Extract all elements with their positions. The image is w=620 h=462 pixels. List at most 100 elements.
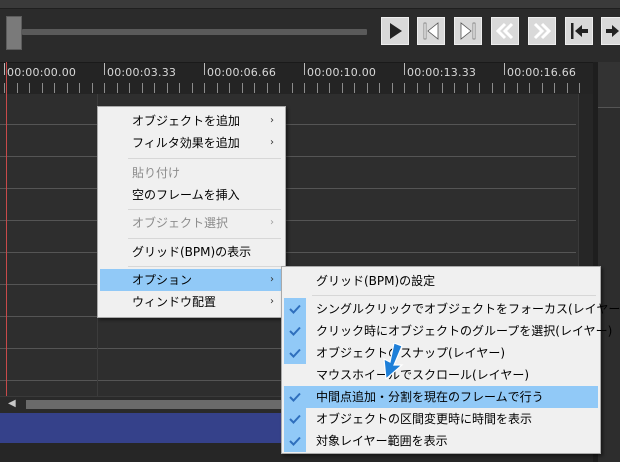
menu-item-label: オブジェクトのスナップ(レイヤー) (316, 346, 506, 360)
major-tick (204, 63, 205, 75)
minor-tick (229, 83, 230, 93)
menu-item-paste: 貼り付け (100, 162, 283, 184)
ruler-label: 00:00:10.00 (307, 66, 377, 79)
step-back-button[interactable] (417, 17, 445, 45)
minor-tick (379, 83, 380, 93)
scroll-left-arrow-icon[interactable]: ◀ (8, 398, 20, 410)
menu-item-label: オブジェクトの区間変更時に時間を表示 (316, 412, 533, 426)
option-show-time-on-change[interactable]: オブジェクトの区間変更時に時間を表示 (284, 408, 598, 430)
major-tick (504, 63, 505, 75)
rewind-button[interactable] (491, 17, 519, 45)
play-button[interactable] (381, 17, 409, 45)
option-select-group-on-click[interactable]: クリック時にオブジェクトのグループを選択(レイヤー) (284, 320, 612, 342)
fast-forward-icon (533, 22, 552, 40)
menu-item-label: オブジェクト選択 (132, 216, 229, 230)
minor-tick (142, 83, 143, 93)
minor-tick (242, 83, 243, 93)
ruler-label: 00:00:06.66 (207, 66, 277, 79)
option-grid-settings[interactable]: グリッド(BPM)の設定 (284, 270, 598, 292)
option-object-snap[interactable]: オブジェクトのスナップ(レイヤー) (284, 342, 598, 364)
menu-item-label: グリッド(BPM)の表示 (132, 245, 252, 259)
seek-handle[interactable] (6, 16, 22, 50)
time-ruler[interactable]: 00:00:00.00 00:00:03.33 00:00:06.66 00:0… (0, 62, 593, 95)
menu-item-show-grid[interactable]: グリッド(BPM)の表示 (100, 241, 283, 263)
minor-tick (504, 83, 505, 93)
minor-tick (442, 83, 443, 93)
menu-item-add-object[interactable]: オブジェクトを追加 › (100, 110, 283, 132)
minor-tick (392, 83, 393, 93)
horizontal-scroll-thumb[interactable] (26, 400, 286, 409)
menu-item-window-layout[interactable]: ウィンドウ配置 › (100, 291, 283, 313)
minor-tick (454, 83, 455, 93)
menu-item-label: オブジェクトを追加 (132, 114, 241, 128)
minor-tick (429, 83, 430, 93)
submenu-arrow-icon: › (270, 217, 274, 228)
option-show-layer-range[interactable]: 対象レイヤー範囲を表示 (284, 430, 598, 452)
options-submenu: グリッド(BPM)の設定 シングルクリックでオブジェクトをフォーカス(レイヤー)… (281, 266, 620, 454)
menu-item-label: 対象レイヤー範囲を表示 (316, 434, 448, 448)
menu-separator (128, 209, 281, 210)
checkmark-icon (289, 348, 301, 358)
menu-item-label: 空のフレームを挿入 (132, 188, 240, 202)
minor-tick (79, 83, 80, 93)
menu-separator (128, 238, 281, 239)
skip-to-start-icon (571, 23, 588, 39)
menu-item-label: シングルクリックでオブジェクトをフォーカス(レイヤー) (316, 302, 620, 316)
timeline-context-menu: オブジェクトを追加 › フィルタ効果を追加 › 貼り付け 空のフレームを挿入 オ… (97, 106, 286, 318)
submenu-arrow-icon: › (270, 115, 274, 126)
menu-item-label: クリック時にオブジェクトのグループを選択(レイヤー) (316, 324, 613, 338)
minor-tick (517, 83, 518, 93)
menu-item-label: フィルタ効果を追加 (132, 136, 240, 150)
submenu-arrow-icon: › (270, 296, 274, 307)
menu-item-options[interactable]: オプション › (100, 269, 283, 291)
menu-item-label: マウスホイールでスクロール(レイヤー) (316, 368, 530, 382)
minor-tick (204, 83, 205, 93)
layer-divider (0, 188, 576, 189)
minor-tick (54, 83, 55, 93)
major-tick (304, 63, 305, 75)
seek-track[interactable] (22, 29, 367, 35)
minor-tick (92, 83, 93, 93)
playhead[interactable] (6, 62, 7, 396)
major-tick (404, 63, 405, 75)
minor-tick (417, 83, 418, 93)
option-single-click-focus[interactable]: シングルクリックでオブジェクトをフォーカス(レイヤー) (284, 298, 620, 320)
step-forward-icon (460, 22, 476, 40)
minor-tick (104, 83, 105, 93)
minor-tick (342, 83, 343, 93)
minor-tick (554, 83, 555, 93)
layer-divider (0, 252, 576, 253)
minor-tick (267, 83, 268, 93)
skip-to-start-button[interactable] (565, 17, 593, 45)
minor-tick (279, 83, 280, 93)
layer-divider (0, 220, 576, 221)
checkmark-icon (289, 436, 301, 446)
minor-tick (567, 83, 568, 93)
minor-tick (254, 83, 255, 93)
minor-tick (492, 83, 493, 93)
play-icon (390, 23, 402, 39)
minor-tick (117, 83, 118, 93)
ruler-label: 00:00:13.33 (407, 66, 477, 79)
menu-item-insert-empty-frame[interactable]: 空のフレームを挿入 (100, 184, 283, 206)
step-forward-button[interactable] (454, 17, 482, 45)
option-wheel-scroll[interactable]: マウスホイールでスクロール(レイヤー) (284, 364, 598, 386)
ruler-label: 00:00:03.33 (107, 66, 177, 79)
skip-to-end-button[interactable] (601, 17, 620, 45)
menu-separator (128, 266, 281, 267)
minor-tick (354, 83, 355, 93)
minor-tick (317, 83, 318, 93)
menu-separator (128, 158, 281, 159)
menu-item-add-filter[interactable]: フィルタ効果を追加 › (100, 132, 283, 154)
minor-tick (67, 83, 68, 93)
minor-tick (292, 83, 293, 93)
major-tick (104, 63, 105, 75)
fast-forward-button[interactable] (528, 17, 556, 45)
minor-tick (4, 83, 5, 93)
minor-tick (329, 83, 330, 93)
option-midpoint-current-frame[interactable]: 中間点追加・分割を現在のフレームで行う (284, 386, 598, 408)
minor-tick (167, 83, 168, 93)
menu-separator (312, 295, 596, 296)
menu-item-label: 中間点追加・分割を現在のフレームで行う (316, 390, 544, 404)
layer-divider (0, 124, 576, 125)
